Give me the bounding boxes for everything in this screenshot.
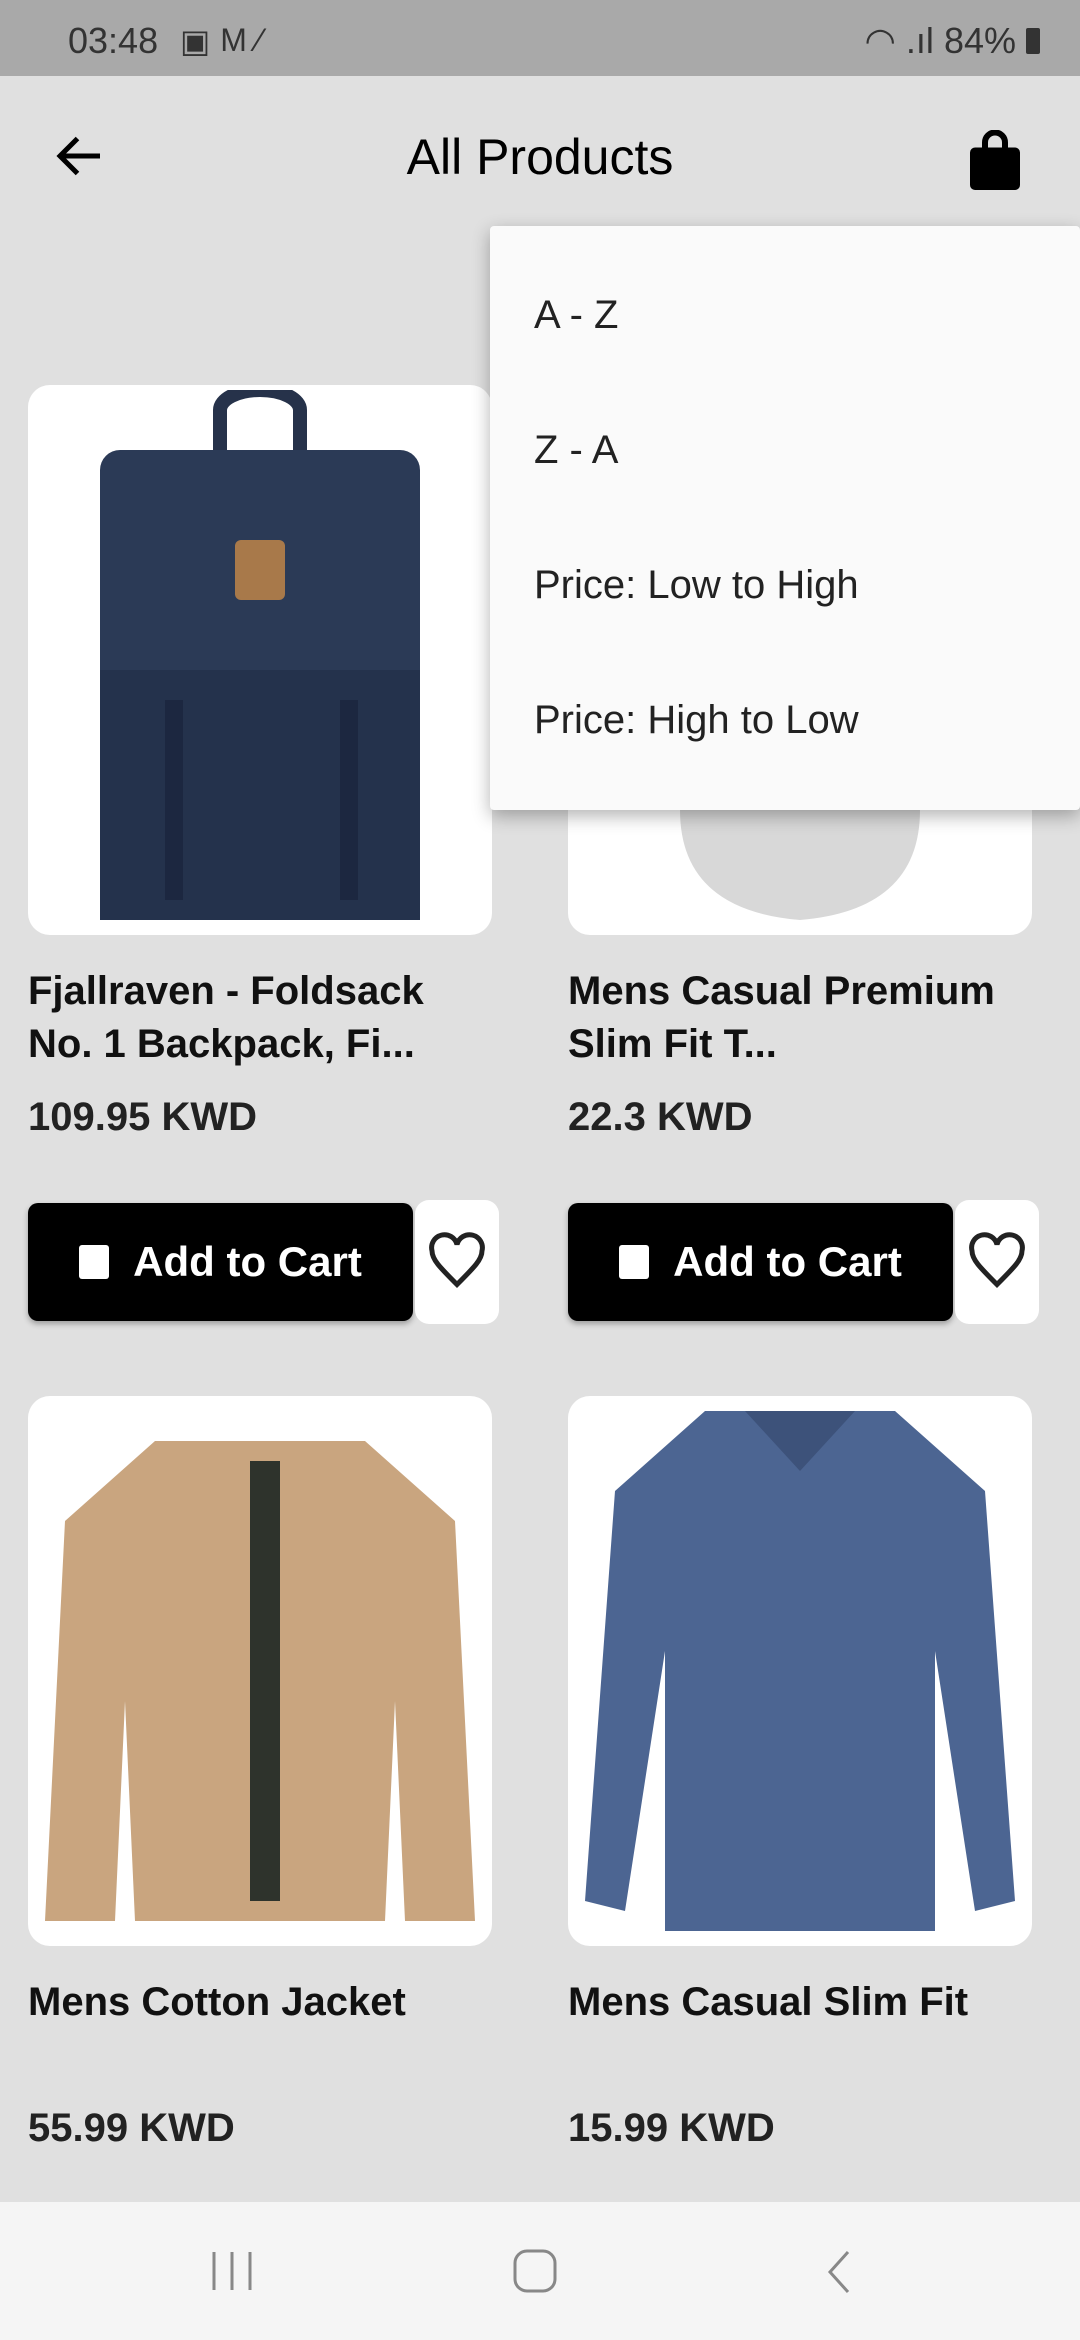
home-icon[interactable] xyxy=(512,2248,560,2296)
add-to-cart-button[interactable]: Add to Cart xyxy=(568,1203,953,1321)
page-title: All Products xyxy=(406,129,674,185)
wifi-icon: ◠ xyxy=(864,20,896,61)
shopping-bag-icon[interactable] xyxy=(970,130,1020,190)
sort-menu: A - Z Z - A Price: Low to High Price: Hi… xyxy=(490,226,1080,810)
shopping-bag-icon xyxy=(79,1245,110,1279)
sort-option-a-z[interactable]: A - Z xyxy=(490,248,1080,383)
add-to-cart-button[interactable]: Add to Cart xyxy=(28,1203,413,1321)
magic-wand-icon: ⁄ xyxy=(256,22,263,58)
product-image[interactable] xyxy=(28,1396,492,1946)
sort-option-price-high-low[interactable]: Price: High to Low xyxy=(490,653,1080,788)
product-price: 55.99 KWD xyxy=(28,2106,235,2150)
recent-apps-icon[interactable] xyxy=(210,2250,256,2292)
product-name[interactable]: Mens Casual Premium Slim Fit T... xyxy=(568,965,1032,1071)
system-nav-bar xyxy=(0,2202,1080,2340)
product-name[interactable]: Mens Cotton Jacket xyxy=(28,1976,492,2082)
gmail-icon: M xyxy=(220,22,247,58)
product-price: 15.99 KWD xyxy=(568,2106,775,2150)
product-name[interactable]: Fjallraven - Foldsack No. 1 Backpack, Fi… xyxy=(28,965,492,1071)
app-bar: All Products xyxy=(0,76,1080,236)
shopping-bag-icon xyxy=(619,1245,650,1279)
product-price: 22.3 KWD xyxy=(568,1095,753,1139)
status-time: 03:48 xyxy=(68,20,159,61)
heart-icon xyxy=(429,1232,485,1289)
back-nav-icon[interactable] xyxy=(824,2248,854,2296)
product-name[interactable]: Mens Casual Slim Fit xyxy=(568,1976,1032,2082)
product-card[interactable]: Fjallraven - Foldsack No. 1 Backpack, Fi… xyxy=(28,385,492,1140)
product-card[interactable]: Mens Casual Slim Fit 15.99 KWD xyxy=(568,1396,1032,2151)
product-price: 109.95 KWD xyxy=(28,1095,257,1139)
back-arrow-icon[interactable] xyxy=(50,126,110,186)
longsleeve-shirt-image xyxy=(585,1411,1015,1931)
gallery-icon: ▣ xyxy=(180,23,211,59)
sort-option-z-a[interactable]: Z - A xyxy=(490,383,1080,518)
jacket-image xyxy=(45,1441,475,1921)
battery-percent: 84% xyxy=(943,20,1016,61)
favorite-button[interactable] xyxy=(955,1200,1039,1324)
favorite-button[interactable] xyxy=(415,1200,499,1324)
heart-icon xyxy=(969,1232,1025,1289)
sort-option-price-low-high[interactable]: Price: Low to High xyxy=(490,518,1080,653)
product-image[interactable] xyxy=(568,1396,1032,1946)
product-card[interactable]: Mens Cotton Jacket 55.99 KWD xyxy=(28,1396,492,2151)
status-bar: 03:48 ▣ M ⁄ ◠ .ıl 84% xyxy=(0,0,1080,76)
product-image[interactable] xyxy=(28,385,492,935)
battery-icon xyxy=(1026,28,1040,54)
signal-icon: .ıl xyxy=(905,20,934,61)
backpack-image xyxy=(100,390,420,920)
